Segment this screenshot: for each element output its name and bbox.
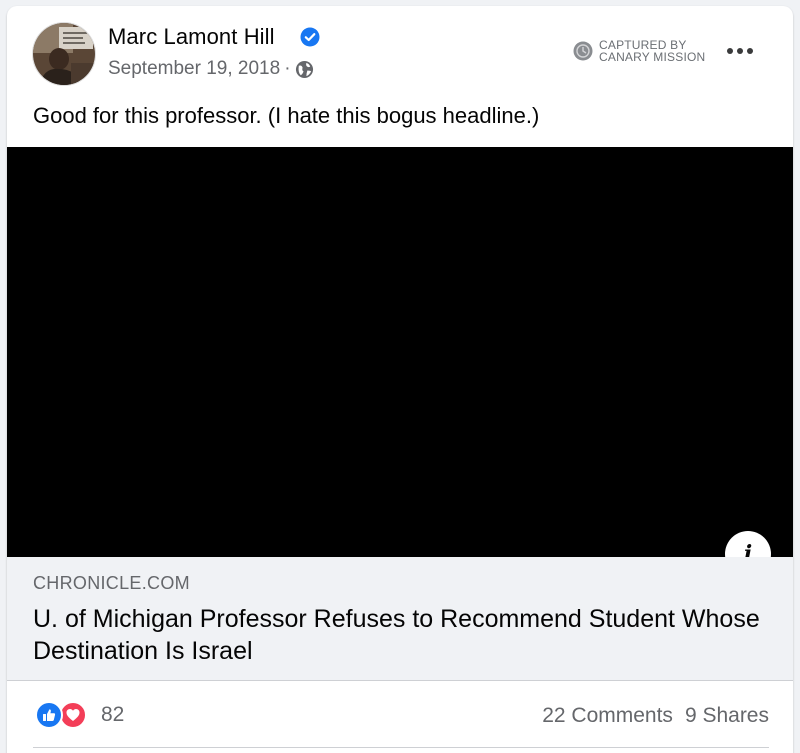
like-reaction-icon xyxy=(35,701,63,729)
post-date[interactable]: September 19, 2018 xyxy=(108,58,280,80)
post-text: Good for this professor. (I hate this bo… xyxy=(33,103,540,128)
post-meta: September 19, 2018 · xyxy=(108,58,314,80)
more-dot xyxy=(737,48,743,54)
post-stats: 82 22 Comments 9 Shares xyxy=(7,696,793,736)
reaction-count: 82 xyxy=(101,703,125,726)
canary-mission-logo-icon xyxy=(573,41,593,61)
link-headline[interactable]: U. of Michigan Professor Refuses to Reco… xyxy=(33,603,773,667)
verified-badge-icon xyxy=(300,27,320,47)
comments-shares: 22 Comments 9 Shares xyxy=(542,704,769,728)
link-preview[interactable]: CHRONICLE.COM U. of Michigan Professor R… xyxy=(7,557,793,681)
link-preview-image[interactable] xyxy=(7,147,793,557)
more-options-icon[interactable] xyxy=(725,42,755,60)
author-name[interactable]: Marc Lamont Hill xyxy=(108,24,275,50)
meta-separator: · xyxy=(284,58,291,79)
more-dot xyxy=(747,48,753,54)
more-dot xyxy=(727,48,733,54)
post-card: Marc Lamont Hill September 19, 2018 · CA… xyxy=(7,6,793,753)
captured-line-2: CANARY MISSION xyxy=(599,50,706,64)
divider xyxy=(33,747,769,748)
captured-text: CAPTURED BY CANARY MISSION xyxy=(599,39,705,63)
comments-count[interactable]: 22 Comments xyxy=(542,704,673,728)
love-reaction-icon xyxy=(59,701,87,729)
shares-count[interactable]: 9 Shares xyxy=(685,704,769,728)
globe-icon[interactable] xyxy=(295,60,314,79)
post-header: Marc Lamont Hill September 19, 2018 · CA… xyxy=(7,6,793,98)
link-domain: CHRONICLE.COM xyxy=(33,573,190,593)
reactions-summary[interactable]: 82 xyxy=(35,701,124,729)
author-avatar[interactable] xyxy=(32,22,96,86)
captured-watermark: CAPTURED BY CANARY MISSION xyxy=(573,39,705,63)
